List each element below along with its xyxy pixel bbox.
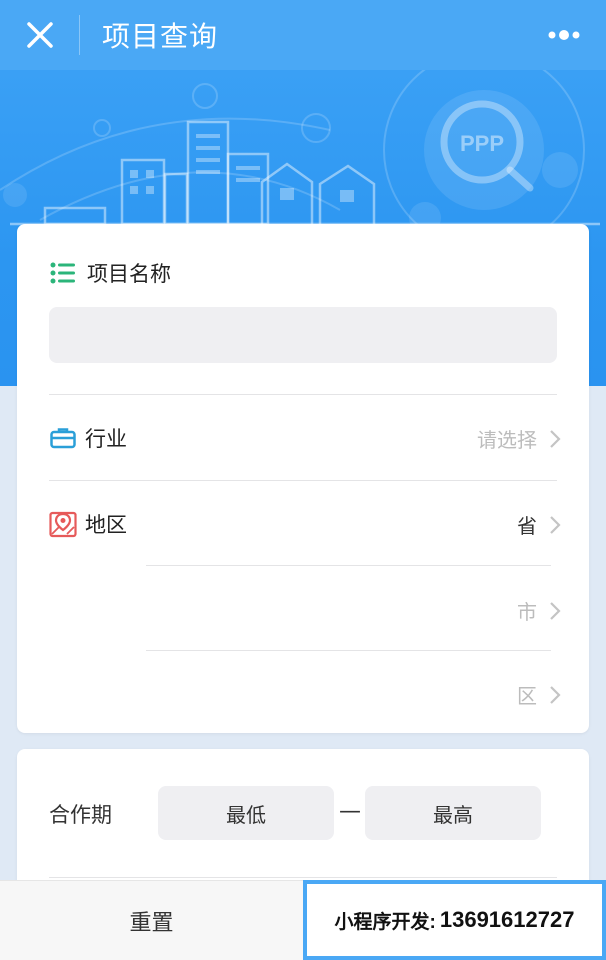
page-title: 项目查询 (102, 20, 219, 53)
divider (49, 480, 557, 481)
cooperation-period-label: 合作期 (49, 803, 112, 827)
divider (146, 565, 551, 566)
more-button[interactable] (544, 20, 584, 50)
divider (146, 650, 551, 651)
bottom-bar: 重置 小程序开发: 13691612727 (0, 880, 606, 960)
chevron-right-icon (550, 429, 561, 448)
search-form-card: 项目名称 行业 请选择 地区 省 市 区 (17, 224, 589, 733)
industry-select[interactable]: 请选择 (477, 424, 561, 453)
industry-label: 行业 (49, 423, 127, 453)
reset-button[interactable]: 重置 (0, 880, 303, 960)
close-button[interactable] (0, 15, 80, 55)
city-select[interactable]: 市 (517, 596, 561, 625)
close-icon (26, 22, 53, 48)
promo-banner[interactable]: 小程序开发: 13691612727 (303, 880, 606, 960)
district-select[interactable]: 区 (517, 680, 561, 709)
project-name-input[interactable] (49, 307, 557, 363)
top-bar: 项目查询 (0, 0, 606, 70)
chevron-right-icon (550, 601, 561, 620)
svg-text:PPP: PPP (460, 131, 504, 156)
range-separator: — (339, 799, 361, 824)
map-pin-icon (49, 510, 77, 538)
project-name-label: 项目名称 (49, 258, 171, 288)
region-label: 地区 (49, 509, 127, 539)
more-dots-icon (548, 30, 580, 40)
province-select[interactable]: 省 (517, 510, 561, 539)
period-min-input[interactable]: 最低 (158, 786, 334, 840)
chevron-right-icon (550, 515, 561, 534)
list-icon (49, 259, 77, 287)
divider (49, 394, 557, 395)
briefcase-icon (49, 424, 77, 452)
chevron-right-icon (550, 685, 561, 704)
divider (49, 877, 557, 878)
period-max-input[interactable]: 最高 (365, 786, 541, 840)
